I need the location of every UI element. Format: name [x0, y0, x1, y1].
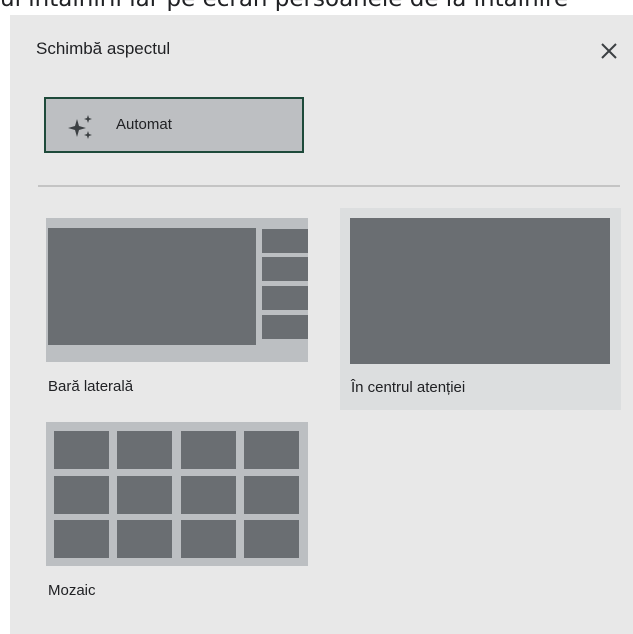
- grid-tile: [54, 431, 109, 469]
- main-tile: [48, 228, 256, 345]
- background-caption: ul întâlnirii iar pe ecran persoanele de…: [0, 0, 633, 12]
- grid-tile: [54, 476, 109, 514]
- sparkle-icon: [68, 115, 92, 139]
- grid-tile: [244, 520, 299, 558]
- tiled-layout-preview: [46, 422, 308, 566]
- automatic-layout-label: Automat: [116, 116, 172, 133]
- grid-tile: [181, 476, 236, 514]
- side-tile: [262, 315, 308, 339]
- layout-label-sidebar: Bară laterală: [48, 378, 134, 395]
- change-layout-dialog: Schimbă aspectul Automat Bară laterală Î…: [10, 15, 633, 634]
- layout-label-spotlight: În centrul atenției: [351, 379, 466, 396]
- grid-tile: [117, 431, 172, 469]
- side-tile: [262, 257, 308, 281]
- sidebar-layout-preview: [46, 218, 308, 362]
- automatic-layout-button[interactable]: Automat: [44, 97, 304, 153]
- spotlight-layout-preview: [350, 218, 610, 364]
- layout-option-tiled[interactable]: Mozaic: [46, 422, 308, 607]
- grid-tile: [181, 431, 236, 469]
- grid-tile: [117, 520, 172, 558]
- close-button[interactable]: [597, 39, 621, 63]
- grid-tile: [54, 520, 109, 558]
- grid-tile: [244, 476, 299, 514]
- grid-tile: [181, 520, 236, 558]
- dialog-title: Schimbă aspectul: [36, 39, 171, 58]
- layout-option-spotlight[interactable]: În centrul atenției: [340, 208, 621, 410]
- layout-label-tiled: Mozaic: [48, 582, 96, 599]
- layout-option-sidebar[interactable]: Bară laterală: [46, 218, 308, 403]
- side-tile: [262, 229, 308, 253]
- divider: [38, 185, 620, 187]
- grid-tile: [244, 431, 299, 469]
- side-tile: [262, 286, 308, 310]
- grid-tile: [117, 476, 172, 514]
- close-icon: [601, 43, 617, 59]
